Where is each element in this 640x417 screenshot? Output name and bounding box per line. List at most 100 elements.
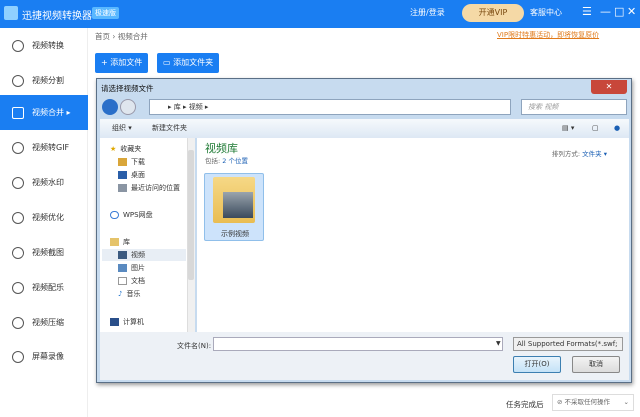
nav-library[interactable]: 库 xyxy=(110,237,130,247)
edition-badge: 极速版 xyxy=(92,7,119,19)
nav-music[interactable]: ♪ 音乐 xyxy=(118,289,140,299)
close-button[interactable]: ✕ xyxy=(627,5,636,18)
nav-videos[interactable]: 视频 xyxy=(102,249,186,261)
music-icon xyxy=(12,281,24,294)
add-folder-button[interactable]: ▭ 添加文件夹 xyxy=(157,53,220,73)
promo-link[interactable]: VIP限时特惠活动，即将恢复原价 xyxy=(497,30,599,40)
sidebar-item-compress[interactable]: 视频压缩 xyxy=(0,305,88,340)
file-type-select[interactable]: All Supported Formats(*.swf; xyxy=(513,337,623,351)
music-icon: ♪ xyxy=(118,290,123,298)
new-folder-button[interactable]: 新建文件夹 xyxy=(152,119,187,138)
nav-scrollbar-thumb[interactable] xyxy=(188,150,194,280)
sidebar-item-merge[interactable]: 视频合并 ▸ xyxy=(0,95,88,130)
sidebar-item-label: 视频合并 xyxy=(32,108,64,117)
organize-button[interactable]: 组织 ▾ xyxy=(112,119,132,138)
sidebar-item-gif[interactable]: 视频转GIF xyxy=(0,130,88,165)
nav-wps-cloud[interactable]: WPS网盘 xyxy=(110,210,153,220)
nav-documents[interactable]: 文档 xyxy=(118,276,145,286)
cloud-icon xyxy=(110,211,119,219)
dialog-footer: 文件名(N): ▼ All Supported Formats(*.swf; 打… xyxy=(100,332,629,380)
sidebar-item-screenshot[interactable]: 视频截图 xyxy=(0,235,88,270)
menu-icon[interactable]: ☰ xyxy=(582,5,592,18)
app-name: 迅捷视频转换器 xyxy=(22,11,92,22)
sidebar-item-label: 视频转换 xyxy=(32,41,64,50)
maximize-button[interactable]: □ xyxy=(614,5,624,18)
sidebar-item-record[interactable]: 屏幕录像 xyxy=(0,339,88,374)
desktop-icon xyxy=(118,171,127,179)
nav-label: 视频 xyxy=(131,251,145,259)
file-list: 视频库 包括: 2 个位置 排列方式: 文件夹 ▾ 示例视频 xyxy=(197,138,629,332)
picture-icon xyxy=(118,264,127,272)
chevron-down-icon: ⌄ xyxy=(623,398,629,406)
preview-pane-icon[interactable]: ▢ xyxy=(592,119,599,138)
dialog-close-button[interactable]: ✕ xyxy=(591,80,627,94)
nav-favorites[interactable]: ★ 收藏夹 xyxy=(110,144,141,154)
recent-icon xyxy=(118,184,127,192)
nav-label: 收藏夹 xyxy=(120,145,142,153)
file-dialog: 请选择视频文件 ✕ ▸ 库 ▸ 视频 ▸ 搜索 视频 组织 ▾ 新建文件夹 ▤ … xyxy=(96,78,632,383)
library-title: 视频库 xyxy=(205,142,238,155)
sidebar-item-split[interactable]: 视频分割 xyxy=(0,63,88,98)
open-button[interactable]: 打开(O) xyxy=(513,356,561,373)
nav-label: 音乐 xyxy=(126,290,141,298)
sidebar-item-label: 视频优化 xyxy=(32,213,64,222)
sidebar-item-label: 视频配乐 xyxy=(32,283,64,292)
sidebar: 视频转换 视频分割 视频合并 ▸ 视频转GIF 视频水印 视频优化 视频截图 视… xyxy=(0,28,88,417)
vip-button[interactable]: 开通VIP xyxy=(462,4,524,22)
download-icon xyxy=(118,158,127,166)
address-bar[interactable]: ▸ 库 ▸ 视频 ▸ xyxy=(149,99,511,115)
filename-dropdown-icon[interactable]: ▼ xyxy=(496,340,501,347)
back-button[interactable] xyxy=(102,99,118,115)
service-center-link[interactable]: 客服中心 xyxy=(530,7,562,18)
cancel-button[interactable]: 取消 xyxy=(572,356,620,373)
forward-button[interactable] xyxy=(120,99,136,115)
after-task-value: ⊘ 不采取任何操作 xyxy=(557,398,611,406)
nav-label: 文档 xyxy=(131,277,145,285)
split-icon xyxy=(12,74,24,87)
sidebar-item-convert[interactable]: 视频转换 xyxy=(0,28,88,63)
sort-control: 排列方式: 文件夹 ▾ xyxy=(552,148,607,158)
sort-dropdown[interactable]: 文件夹 ▾ xyxy=(582,150,607,158)
compress-icon xyxy=(12,316,24,329)
star-icon: ★ xyxy=(110,145,117,153)
nav-computer[interactable]: 计算机 xyxy=(110,317,144,327)
breadcrumb[interactable]: 首页 › 视频合并 xyxy=(95,31,148,42)
nav-recent[interactable]: 最近访问的位置 xyxy=(118,183,180,193)
nav-label: 桌面 xyxy=(131,171,145,179)
after-task-label: 任务完成后 xyxy=(506,400,544,409)
app-logo-icon xyxy=(4,6,18,20)
optimize-icon xyxy=(12,211,24,224)
sidebar-item-watermark[interactable]: 视频水印 xyxy=(0,165,88,200)
view-options-icon[interactable]: ▤ ▾ xyxy=(562,119,574,138)
filename-label: 文件名(N): xyxy=(177,342,212,350)
screenshot-icon xyxy=(12,246,24,259)
sidebar-item-optimize[interactable]: 视频优化 xyxy=(0,200,88,235)
document-icon xyxy=(118,277,127,285)
minimize-button[interactable]: — xyxy=(600,5,611,18)
help-icon[interactable]: ● xyxy=(614,119,620,138)
nav-label: 图片 xyxy=(131,264,145,272)
locations-link[interactable]: 2 个位置 xyxy=(222,157,248,165)
nav-desktop[interactable]: 桌面 xyxy=(118,170,145,180)
merge-icon xyxy=(12,106,24,119)
folder-item[interactable]: 示例视频 xyxy=(204,173,264,241)
filename-input[interactable] xyxy=(213,337,503,351)
gif-icon xyxy=(12,141,24,154)
folder-thumbnail xyxy=(223,192,253,218)
sidebar-item-music[interactable]: 视频配乐 xyxy=(0,270,88,305)
sidebar-item-label: 屏幕录像 xyxy=(32,352,64,361)
add-file-button[interactable]: + 添加文件 xyxy=(95,53,149,73)
library-sub-prefix: 包括: xyxy=(205,157,221,165)
nav-downloads[interactable]: 下载 xyxy=(118,157,145,167)
login-link[interactable]: 注册/登录 xyxy=(410,7,445,18)
folder-name: 示例视频 xyxy=(221,230,249,238)
sidebar-item-label: 视频水印 xyxy=(32,178,64,187)
nav-label: 最近访问的位置 xyxy=(131,184,180,192)
library-icon xyxy=(110,238,119,246)
nav-label: WPS网盘 xyxy=(123,211,153,219)
after-task-select[interactable]: ⊘ 不采取任何操作 ⌄ xyxy=(552,394,634,411)
search-input[interactable]: 搜索 视频 xyxy=(521,99,627,115)
title-bar: 迅捷视频转换器 极速版 注册/登录 开通VIP 客服中心 ☰ — □ ✕ xyxy=(0,0,640,28)
nav-pictures[interactable]: 图片 xyxy=(118,263,145,273)
watermark-icon xyxy=(12,176,24,189)
